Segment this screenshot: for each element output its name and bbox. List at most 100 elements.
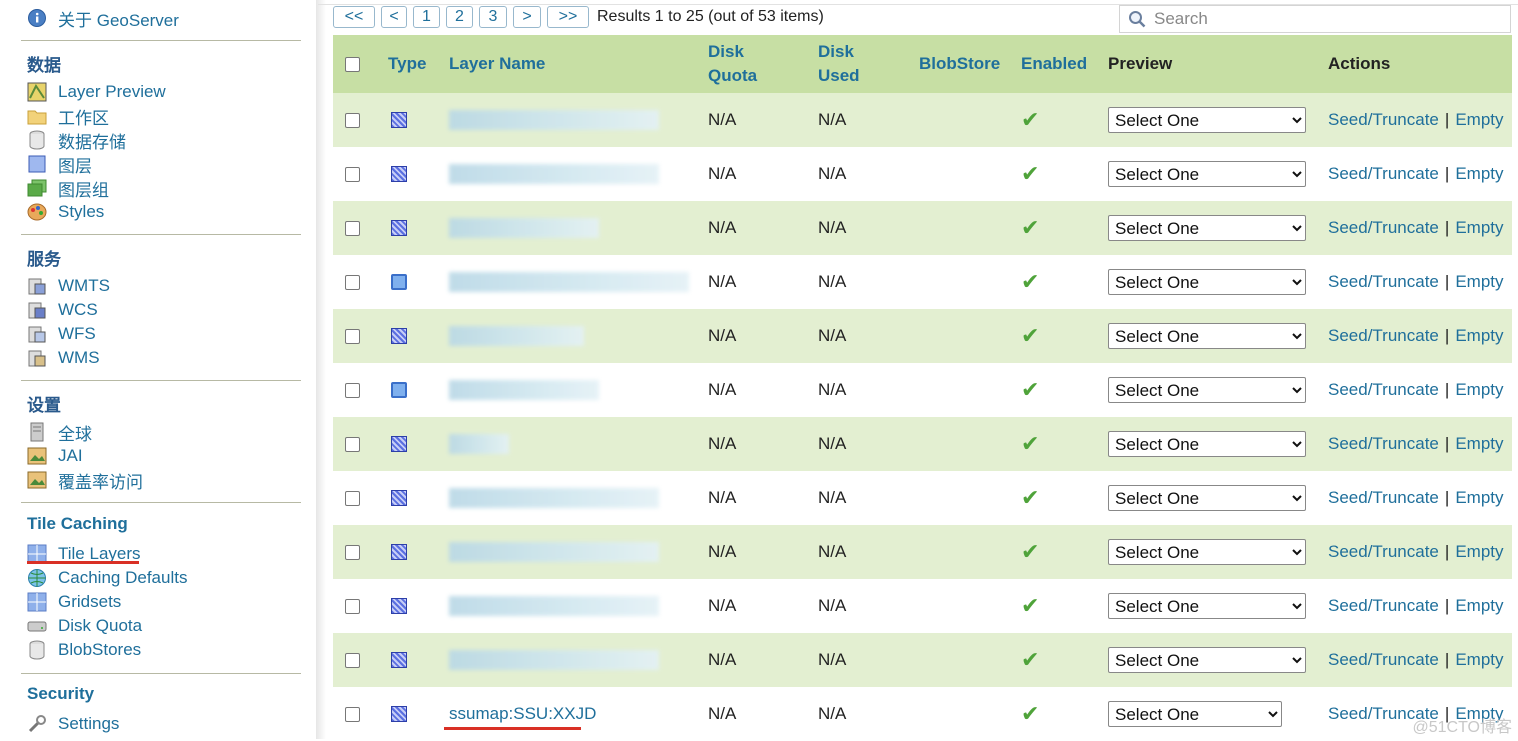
page-1-button[interactable]: 1 [413,6,440,28]
layer-name-redacted[interactable] [449,218,599,238]
sidebar-item-styles[interactable]: Styles [27,201,104,223]
sidebar-item-coverage-access[interactable]: 覆盖率访问 [27,469,143,492]
row-checkbox[interactable] [345,382,360,398]
empty-link[interactable]: Empty [1455,326,1503,346]
seed-truncate-link[interactable]: Seed/Truncate [1328,542,1439,562]
seed-truncate-link[interactable]: Seed/Truncate [1328,650,1439,670]
preview-select[interactable]: Select One [1108,323,1306,349]
sidebar-item-wfs[interactable]: WFS [27,323,96,345]
sidebar-item-disk-quota[interactable]: Disk Quota [27,615,142,637]
row-checkbox[interactable] [345,328,360,344]
first-page-button[interactable]: << [333,6,375,28]
sidebar-item-layer-groups[interactable]: 图层组 [27,177,109,200]
sidebar-item-global[interactable]: 全球 [27,421,92,444]
sidebar-item-about[interactable]: 关于 GeoServer [27,7,179,30]
seed-truncate-link[interactable]: Seed/Truncate [1328,434,1439,454]
seed-truncate-link[interactable]: Seed/Truncate [1328,110,1439,130]
header-disk-used[interactable]: Disk Used [818,35,878,93]
empty-link[interactable]: Empty [1455,272,1503,292]
layer-name-redacted[interactable] [449,650,659,670]
seed-truncate-link[interactable]: Seed/Truncate [1328,596,1439,616]
search-input[interactable] [1152,8,1496,30]
section-title-services: 服务 [27,250,61,269]
empty-link[interactable]: Empty [1455,380,1503,400]
empty-link[interactable]: Empty [1455,218,1503,238]
preview-select[interactable]: Select One [1108,485,1306,511]
table-row: N/A N/A ✔ Select One Seed/Truncate | Empty [333,525,1512,579]
row-checkbox[interactable] [345,220,360,236]
header-blobstore[interactable]: BlobStore [919,35,1000,93]
row-checkbox[interactable] [345,274,360,290]
preview-select[interactable]: Select One [1108,593,1306,619]
seed-truncate-link[interactable]: Seed/Truncate [1328,488,1439,508]
layer-name-redacted[interactable] [449,542,659,562]
seed-truncate-link[interactable]: Seed/Truncate [1328,380,1439,400]
sidebar-item-wmts[interactable]: WMTS [27,275,110,297]
layer-name-redacted[interactable] [449,488,659,508]
layer-name-redacted[interactable] [449,596,659,616]
empty-link[interactable]: Empty [1455,434,1503,454]
layer-name-redacted[interactable] [449,272,689,292]
sidebar-item-gridsets[interactable]: Gridsets [27,591,121,613]
empty-link[interactable]: Empty [1455,542,1503,562]
sidebar-item-workspaces[interactable]: 工作区 [27,105,109,128]
row-checkbox[interactable] [345,112,360,128]
row-checkbox[interactable] [345,490,360,506]
action-separator: | [1444,272,1450,291]
layer-name-redacted[interactable] [449,380,599,400]
sidebar-item-stores[interactable]: 数据存储 [27,129,126,152]
header-disk-quota[interactable]: Disk Quota [708,35,778,93]
check-icon: ✔ [1021,161,1040,186]
layer-name-cell [449,93,659,147]
sidebar-item-layer-preview[interactable]: Layer Preview [27,81,166,103]
seed-truncate-link[interactable]: Seed/Truncate [1328,218,1439,238]
seed-truncate-link[interactable]: Seed/Truncate [1328,272,1439,292]
sidebar-item-layers[interactable]: 图层 [27,153,92,176]
row-checkbox[interactable] [345,166,360,182]
seed-truncate-link[interactable]: Seed/Truncate [1328,164,1439,184]
section-title-data: 数据 [27,56,61,75]
header-enabled[interactable]: Enabled [1021,35,1087,93]
row-checkbox[interactable] [345,652,360,668]
layer-name-redacted[interactable] [449,434,509,454]
layer-name-redacted[interactable] [449,164,659,184]
empty-link[interactable]: Empty [1455,650,1503,670]
empty-link[interactable]: Empty [1455,110,1503,130]
preview-select[interactable]: Select One [1108,647,1306,673]
sidebar-item-jai[interactable]: JAI [27,445,83,467]
row-checkbox[interactable] [345,598,360,614]
empty-link[interactable]: Empty [1455,164,1503,184]
row-checkbox[interactable] [345,706,360,722]
page-3-button[interactable]: 3 [479,6,507,28]
preview-select[interactable]: Select One [1108,215,1306,241]
row-checkbox[interactable] [345,436,360,452]
page-2-button[interactable]: 2 [446,6,473,28]
preview-select[interactable]: Select One [1108,161,1306,187]
sidebar-item-blobstores[interactable]: BlobStores [27,639,141,661]
layer-name-redacted[interactable] [449,110,659,130]
empty-link[interactable]: Empty [1455,488,1503,508]
header-layer-name[interactable]: Layer Name [449,35,545,93]
layer-name-link[interactable]: ssumap:SSU:XXJD [449,704,596,724]
row-checkbox[interactable] [345,544,360,560]
select-all-checkbox[interactable] [345,56,360,72]
prev-page-button[interactable]: < [381,6,407,28]
folder-icon [27,106,47,126]
preview-select[interactable]: Select One [1108,701,1282,727]
preview-select[interactable]: Select One [1108,107,1306,133]
preview-select[interactable]: Select One [1108,431,1306,457]
layer-name-redacted[interactable] [449,326,584,346]
seed-truncate-link[interactable]: Seed/Truncate [1328,326,1439,346]
preview-select[interactable]: Select One [1108,539,1306,565]
last-page-button[interactable]: >> [547,6,589,28]
sidebar-item-security-settings[interactable]: Settings [27,713,119,735]
next-page-button[interactable]: > [513,6,541,28]
header-type[interactable]: Type [388,35,426,93]
preview-select[interactable]: Select One [1108,377,1306,403]
empty-link[interactable]: Empty [1455,596,1503,616]
preview-select[interactable]: Select One [1108,269,1306,295]
sidebar-item-wcs[interactable]: WCS [27,299,98,321]
type-cell [391,633,407,687]
sidebar-item-wms[interactable]: WMS [27,347,100,369]
sidebar-item-caching-defaults[interactable]: Caching Defaults [27,567,187,589]
